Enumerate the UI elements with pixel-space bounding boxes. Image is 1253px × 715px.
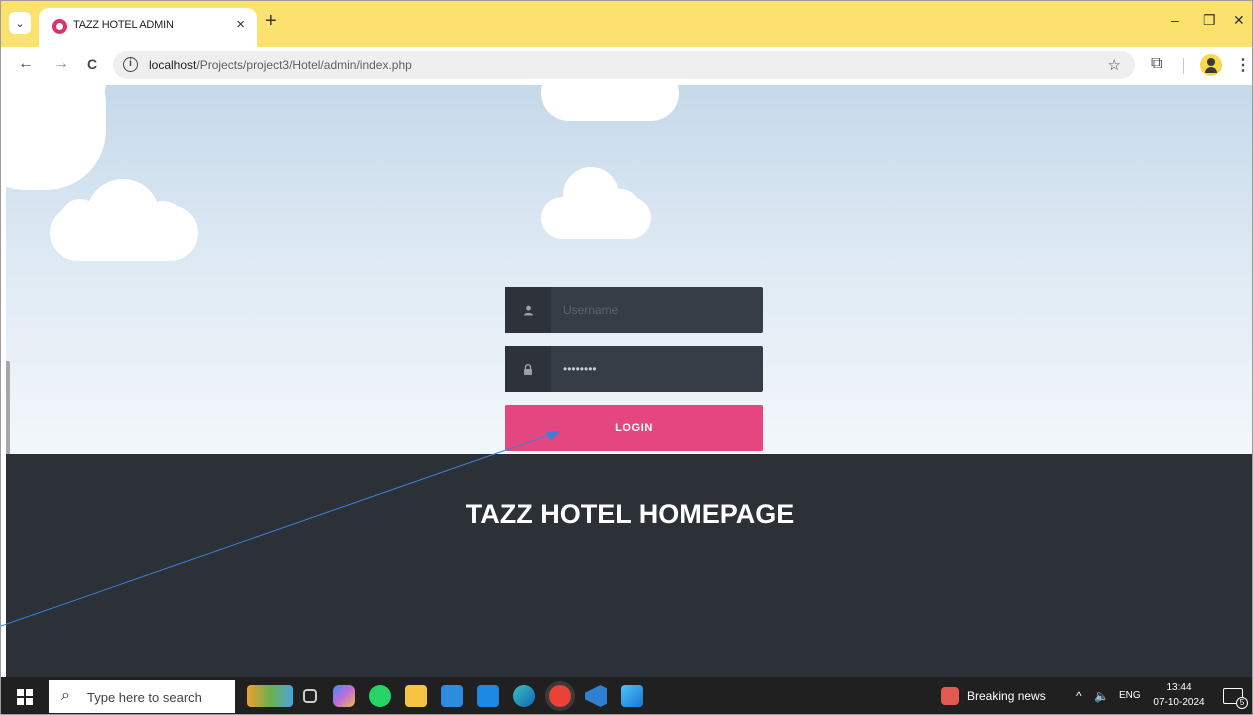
site-favicon-icon xyxy=(52,19,67,34)
bookmark-star-icon[interactable]: ☆ xyxy=(1108,56,1121,74)
clock-date: 07-10-2024 xyxy=(1153,697,1205,708)
reload-icon[interactable]: C xyxy=(87,56,97,72)
back-icon[interactable]: ← xyxy=(18,55,34,73)
search-highlight-icon[interactable] xyxy=(247,685,293,707)
url-path: /Projects/project3/Hotel/admin/index.php xyxy=(196,58,412,72)
whatsapp-icon[interactable] xyxy=(369,685,391,707)
tab-strip: ⌄ TAZZ HOTEL ADMIN × + – ❐ ✕ xyxy=(1,1,1252,47)
new-tab-button[interactable]: + xyxy=(265,11,277,31)
clock-time: 13:44 xyxy=(1166,682,1192,693)
vscode-icon[interactable] xyxy=(585,685,607,707)
user-icon xyxy=(505,287,551,333)
windows-start-icon[interactable] xyxy=(17,689,33,705)
url-host: localhost xyxy=(149,58,197,72)
lock-icon xyxy=(505,346,551,392)
tab-search-button[interactable]: ⌄ xyxy=(9,12,31,34)
mail-icon[interactable] xyxy=(477,685,499,707)
news-label[interactable]: Breaking news xyxy=(967,689,1046,703)
sky-background: LOGIN xyxy=(6,85,1252,497)
cloud-decoration xyxy=(541,167,651,239)
footer-section: TAZZ HOTEL HOMEPAGE xyxy=(6,454,1252,677)
tab-title: TAZZ HOTEL ADMIN xyxy=(73,19,174,31)
file-explorer-icon[interactable] xyxy=(405,685,427,707)
search-placeholder: Type here to search xyxy=(87,690,202,705)
search-icon: ⌕ xyxy=(61,687,70,704)
task-view-icon[interactable] xyxy=(303,689,317,703)
username-input[interactable] xyxy=(551,287,763,333)
password-field xyxy=(505,346,763,392)
clock[interactable]: 13:44 07-10-2024 xyxy=(1151,680,1207,710)
edge-icon[interactable] xyxy=(513,685,535,707)
copilot-icon[interactable] xyxy=(333,685,355,707)
password-input[interactable] xyxy=(551,346,763,392)
cloud-decoration xyxy=(541,85,679,121)
cloud-decoration xyxy=(50,179,198,261)
microsoft-store-icon[interactable] xyxy=(441,685,463,707)
minimize-button[interactable]: – xyxy=(1171,12,1179,28)
username-field xyxy=(505,287,763,333)
profile-avatar-icon[interactable] xyxy=(1200,54,1222,76)
tray-overflow-icon[interactable]: ^ xyxy=(1076,689,1082,703)
language-indicator[interactable]: ENG xyxy=(1119,690,1141,701)
windows-taskbar: ⌕ Type here to search Breaking news ^ 🔈 … xyxy=(1,677,1252,714)
tab-active[interactable]: TAZZ HOTEL ADMIN × xyxy=(39,8,257,47)
forward-icon[interactable]: → xyxy=(53,55,69,73)
site-info-icon[interactable]: i xyxy=(123,57,138,72)
notification-icon[interactable]: 5 xyxy=(1223,688,1248,709)
tab-close-icon[interactable]: × xyxy=(236,16,245,33)
browser-window: ⌄ TAZZ HOTEL ADMIN × + – ❐ ✕ ← → C i loc… xyxy=(0,0,1253,715)
browser-toolbar: ← → C i localhost/Projects/project3/Hote… xyxy=(1,47,1252,85)
taskbar-search-box[interactable]: ⌕ Type here to search xyxy=(49,680,235,713)
login-form: LOGIN xyxy=(505,287,763,451)
volume-icon[interactable]: 🔈 xyxy=(1094,689,1109,703)
login-button[interactable]: LOGIN xyxy=(505,405,763,451)
toolbar-divider xyxy=(1183,58,1184,74)
close-window-button[interactable]: ✕ xyxy=(1233,12,1245,29)
menu-icon[interactable]: ⋮ xyxy=(1235,55,1251,75)
restore-button[interactable]: ❐ xyxy=(1203,12,1216,29)
page-viewport: LOGIN TAZZ HOTEL HOMEPAGE xyxy=(6,85,1252,677)
photos-icon[interactable] xyxy=(621,685,643,707)
footer-title: TAZZ HOTEL HOMEPAGE xyxy=(465,499,795,529)
url-text[interactable]: localhost/Projects/project3/Hotel/admin/… xyxy=(149,58,412,72)
extensions-icon[interactable]: ⧉ xyxy=(1151,55,1162,73)
address-bar[interactable]: i localhost/Projects/project3/Hotel/admi… xyxy=(113,51,1135,79)
notification-count: 5 xyxy=(1236,697,1248,709)
chrome-icon[interactable] xyxy=(549,685,571,707)
news-icon[interactable] xyxy=(941,687,959,705)
